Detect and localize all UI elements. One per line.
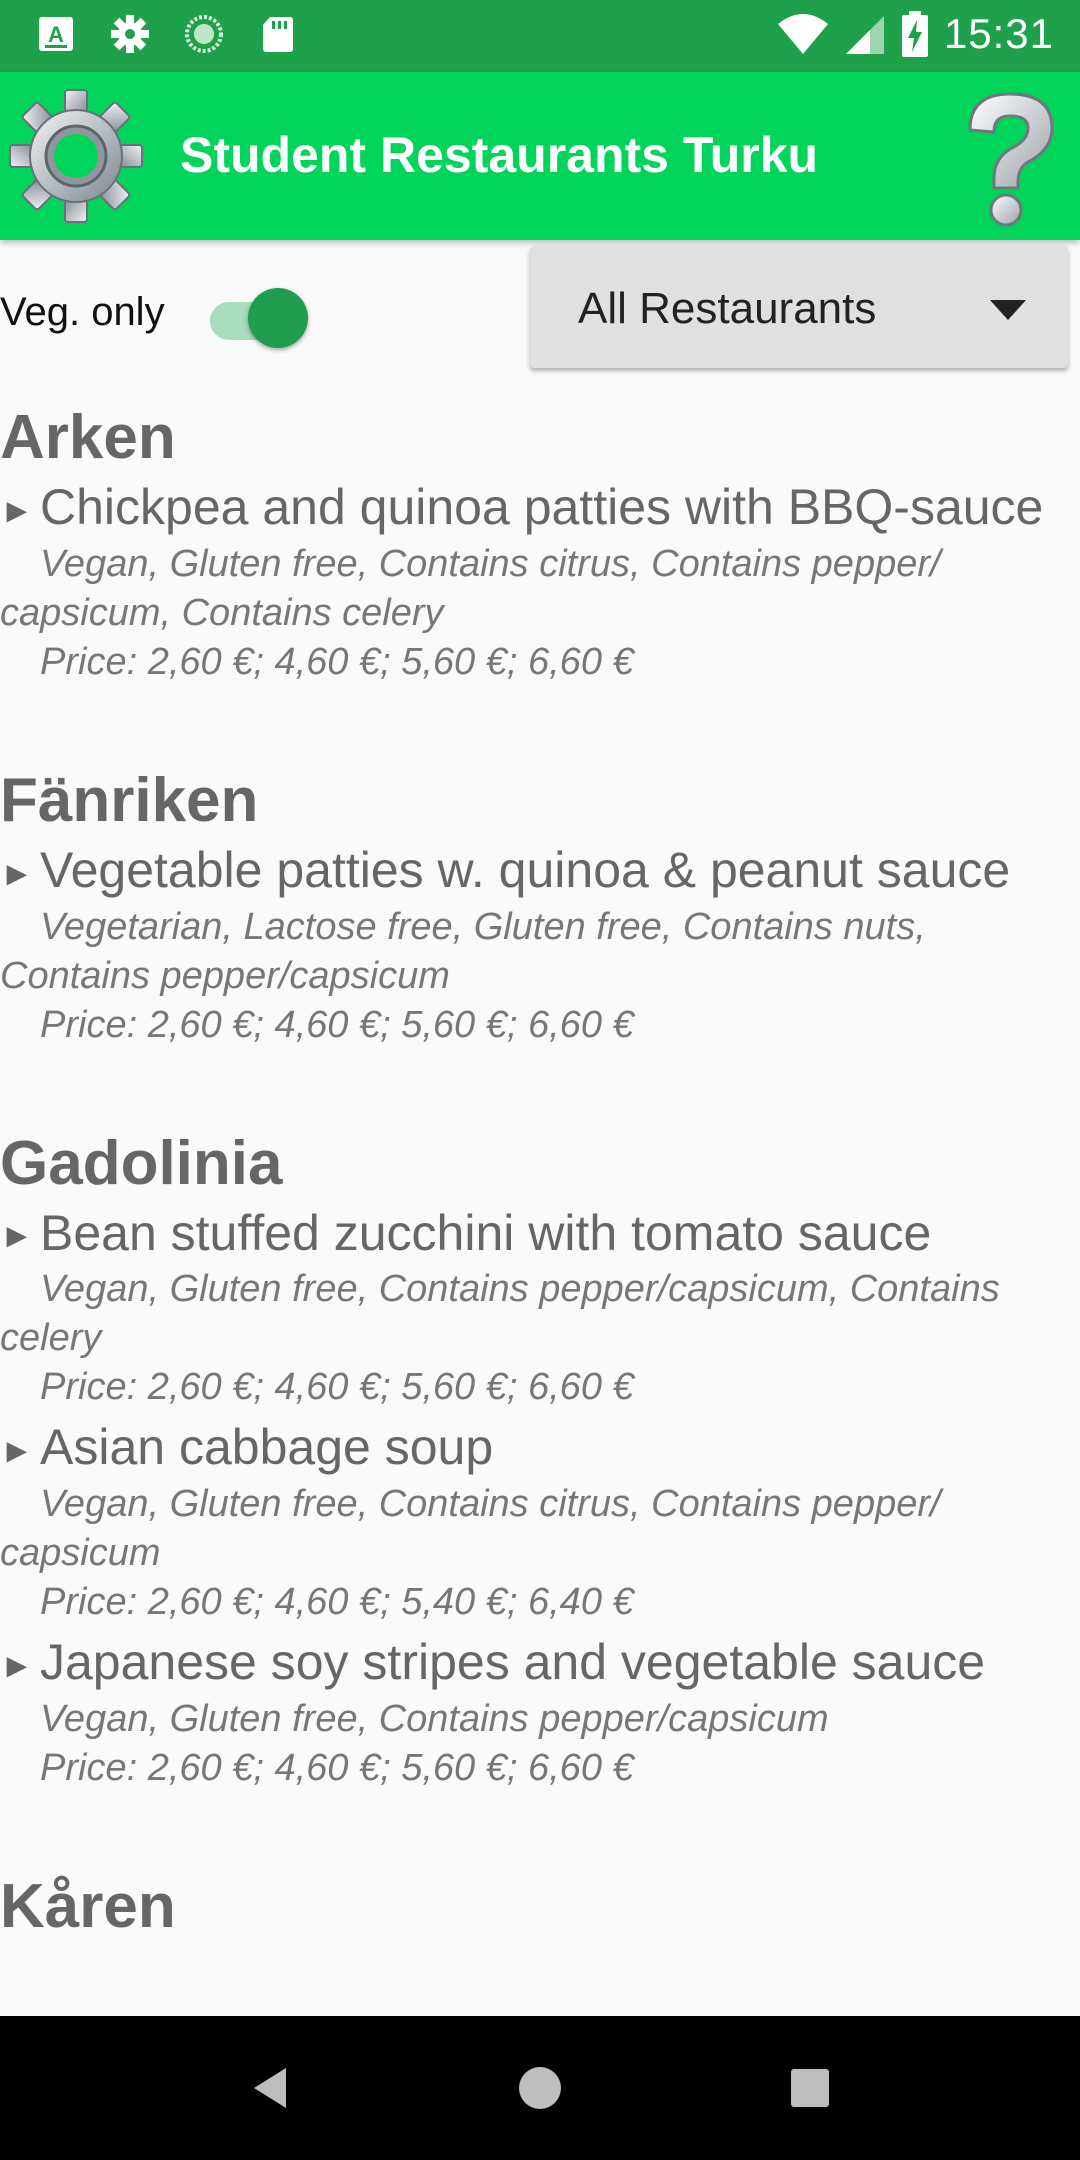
restaurant-name: Arken: [0, 403, 176, 472]
dish-price: Price: 2,60 €; 4,60 €; 5,60 €; 6,60 €: [40, 1366, 634, 1409]
sd-card-icon: [263, 17, 293, 52]
question-mark-icon[interactable]: [950, 88, 1070, 228]
dish-diet: Vegan, Gluten free, Contains pepper/caps…: [40, 1697, 829, 1740]
dish-price: Price: 2,60 €; 4,60 €; 5,60 €; 6,60 €: [40, 640, 634, 683]
dish-price: Price: 2,60 €; 4,60 €; 5,40 €; 6,40 €: [40, 1581, 634, 1624]
dish-price: Price: 2,60 €; 4,60 €; 5,60 €; 6,60 €: [40, 1746, 634, 1789]
pointer-arrow-icon: ►: [0, 1432, 34, 1471]
cell-signal-icon: [845, 16, 884, 54]
veg-only-toggle[interactable]: [210, 284, 310, 348]
recents-icon[interactable]: [780, 2058, 840, 2118]
dish-name: Vegetable patties w. quinoa & peanut sau…: [40, 841, 1011, 898]
dish-item: ► Chickpea and quinoa patties with BBQ-sa…: [0, 478, 1080, 687]
dish-item: ► Asian cabbage soup Vegan, Gluten free, …: [0, 1418, 1080, 1627]
dish-name: Chickpea and quinoa patties with BBQ-sau…: [40, 479, 1044, 535]
dish-item: ► Vegetable patties w. quinoa & peanut sa…: [0, 841, 1080, 1050]
system-status: 15:31: [776, 10, 1054, 58]
dish-diet: Contains pepper/capsicum: [0, 954, 450, 997]
status-bar: A 15:31: [0, 0, 1080, 72]
restaurant-section: Fänriken ► Vegetable patties w. quinoa & …: [0, 761, 1080, 1050]
dish-diet: Vegan, Gluten free, Contains citrus, Con…: [40, 1483, 941, 1526]
home-icon[interactable]: [510, 2058, 570, 2118]
pointer-arrow-icon: ►: [0, 1646, 34, 1685]
restaurant-section: Arken ► Chickpea and quinoa patties with …: [0, 398, 1080, 687]
dish-name: Asian cabbage soup: [40, 1419, 494, 1476]
dish-name: Bean stuffed zucchini with tomato sauce: [40, 1204, 932, 1261]
toggle-thumb: [248, 288, 308, 348]
veg-only-label: Veg. only: [0, 290, 165, 334]
pointer-arrow-icon: ►: [0, 854, 34, 893]
restaurant-name: Fänriken: [0, 765, 259, 835]
dish-diet: capsicum: [0, 1532, 161, 1575]
wifi-icon: [777, 14, 828, 54]
battery-charging-icon: [901, 11, 928, 57]
restaurant-select-value: All Restaurants: [578, 284, 877, 333]
text-a-icon: A: [39, 17, 73, 51]
clock: 15:31: [943, 10, 1054, 57]
dish-diet: Vegan, Gluten free, Contains pepper/caps…: [40, 1268, 1000, 1311]
sync-icon: [185, 15, 223, 53]
dish-item: ► Japanese soy stripes and vegetable sauc…: [0, 1633, 1080, 1793]
gear-icon: [111, 15, 149, 53]
pointer-arrow-icon: ►: [0, 491, 34, 530]
dish-name: Japanese soy stripes and vegetable sauce: [40, 1634, 986, 1691]
restaurant-section: Kåren: [0, 1867, 1080, 1947]
dish-diet: capsicum, Contains celery: [0, 591, 444, 634]
chevron-down-icon: [990, 300, 1026, 320]
back-icon[interactable]: [240, 2058, 300, 2118]
restaurant-name: Gadolinia: [0, 1128, 283, 1198]
notification-icons: A: [36, 14, 298, 54]
dish-diet: celery: [0, 1317, 102, 1360]
restaurant-name: Kåren: [0, 1871, 176, 1941]
pointer-arrow-icon: ►: [0, 1217, 34, 1256]
dish-diet: Vegetarian, Lactose free, Gluten free, C…: [40, 905, 926, 948]
dish-diet: Vegan, Gluten free, Contains citrus, Con…: [40, 542, 941, 585]
settings-gear-icon[interactable]: [6, 86, 146, 226]
menu-list[interactable]: Arken ► Chickpea and quinoa patties with …: [0, 398, 1080, 2021]
svg-text:A: A: [48, 22, 64, 47]
dish-item: ► Bean stuffed zucchini with tomato sauce…: [0, 1204, 1080, 1413]
restaurant-section: Gadolinia ► Bean stuffed zucchini with to…: [0, 1124, 1080, 1793]
app-title: Student Restaurants Turku: [180, 127, 819, 183]
restaurant-select[interactable]: All Restaurants: [530, 246, 1068, 368]
navigation-bar: [0, 2016, 1080, 2160]
dish-price: Price: 2,60 €; 4,60 €; 5,60 €; 6,60 €: [40, 1003, 634, 1046]
app-bar: Student Restaurants Turku: [0, 72, 1080, 240]
